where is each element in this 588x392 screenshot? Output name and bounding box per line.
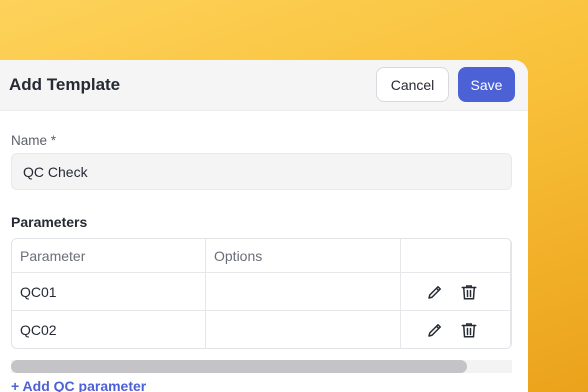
parameters-heading: Parameters <box>11 214 88 230</box>
dialog-header: Add Template Cancel Save <box>0 60 528 111</box>
column-header-options: Options <box>206 239 401 272</box>
actions-cell <box>401 273 511 310</box>
column-header-actions <box>401 239 511 272</box>
options-cell[interactable] <box>206 273 401 310</box>
parameters-table: Parameter Options QC01 QC02 <box>11 238 512 349</box>
name-input[interactable]: QC Check <box>11 153 512 190</box>
horizontal-scrollbar-thumb[interactable] <box>11 360 467 373</box>
name-label: Name * <box>11 133 57 148</box>
table-row: QC02 <box>12 311 511 348</box>
add-template-dialog: Add Template Cancel Save Name * QC Check… <box>0 60 528 392</box>
save-button[interactable]: Save <box>458 67 515 102</box>
column-header-parameter: Parameter <box>12 239 206 272</box>
pencil-icon[interactable] <box>426 321 444 339</box>
cancel-button[interactable]: Cancel <box>376 67 449 102</box>
add-qc-parameter-link[interactable]: + Add QC parameter <box>11 378 146 392</box>
actions-cell <box>401 311 511 348</box>
table-header-row: Parameter Options <box>12 239 511 273</box>
parameter-cell[interactable]: QC01 <box>12 273 206 310</box>
parameter-cell[interactable]: QC02 <box>12 311 206 348</box>
trash-icon[interactable] <box>460 283 478 301</box>
options-cell[interactable] <box>206 311 401 348</box>
trash-icon[interactable] <box>460 321 478 339</box>
table-row: QC01 <box>12 273 511 311</box>
pencil-icon[interactable] <box>426 283 444 301</box>
dialog-title: Add Template <box>9 75 121 94</box>
